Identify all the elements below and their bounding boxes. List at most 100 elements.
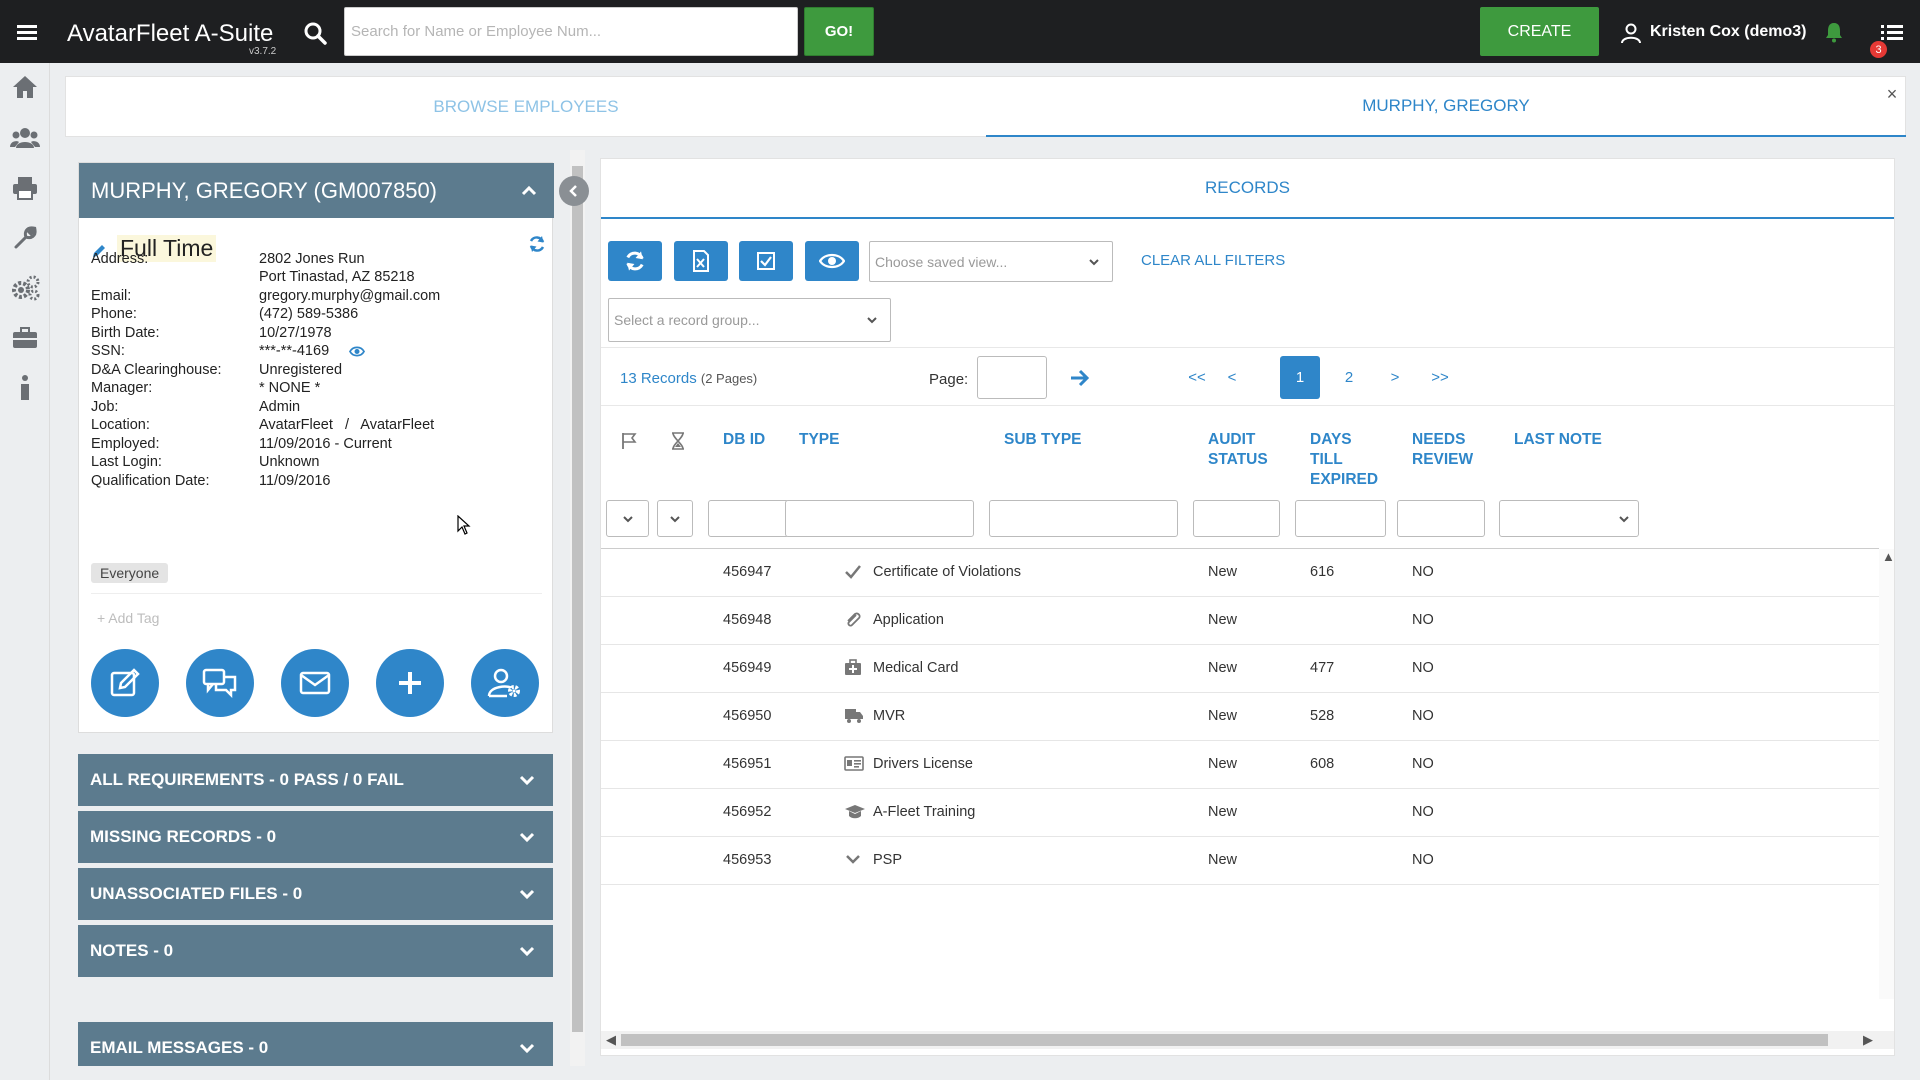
table-row[interactable]: 456947 Certificate of Violations New 616… — [601, 549, 1879, 597]
employee-search-input[interactable] — [344, 7, 798, 56]
chevron-up-icon[interactable] — [520, 182, 538, 200]
cell-type[interactable]: Application — [873, 612, 944, 628]
cell-type[interactable]: A-Fleet Training — [873, 804, 975, 820]
eye-icon[interactable] — [349, 345, 365, 358]
page-number-input[interactable] — [977, 356, 1047, 399]
clear-all-filters-link[interactable]: CLEAR ALL FILTERS — [1141, 252, 1285, 269]
app-title: AvatarFleet A-Suite — [67, 20, 274, 47]
briefcase-icon[interactable] — [10, 323, 40, 353]
close-icon[interactable]: × — [1882, 84, 1902, 104]
cell-type[interactable]: Medical Card — [873, 660, 958, 676]
tag-everyone[interactable]: Everyone — [91, 563, 169, 583]
audit-status-filter-input[interactable] — [1193, 500, 1280, 537]
cell-type[interactable]: Drivers License — [873, 756, 973, 772]
column-header-db-id[interactable]: DB ID — [723, 430, 765, 450]
table-row[interactable]: 456953 PSP New NO — [601, 837, 1879, 885]
expiry-filter-select[interactable] — [657, 500, 693, 537]
last-note-filter-select[interactable] — [1499, 500, 1639, 537]
users-icon[interactable] — [10, 123, 40, 153]
accordion-unassociated-files[interactable]: UNASSOCIATED FILES - 0 — [78, 868, 553, 920]
scroll-up-arrow[interactable]: ▲ — [1882, 549, 1895, 564]
search-icon[interactable] — [302, 20, 328, 46]
tab-browse-employees[interactable]: BROWSE EMPLOYEES — [66, 77, 986, 137]
column-header-last-note[interactable]: LAST NOTE — [1514, 430, 1602, 450]
refresh-icon[interactable] — [527, 234, 547, 254]
info-label: Job: — [91, 399, 119, 415]
type-filter-input[interactable] — [785, 500, 974, 537]
chat-button[interactable] — [186, 649, 254, 717]
view-button[interactable] — [805, 241, 859, 281]
scrollbar-thumb[interactable] — [572, 166, 583, 1032]
db-id-filter-input[interactable] — [708, 500, 789, 537]
column-header-days-till-expired[interactable]: DAYS TILL EXPIRED — [1310, 430, 1378, 490]
user-settings-button[interactable] — [471, 649, 539, 717]
edit-employee-button[interactable] — [91, 649, 159, 717]
bell-icon[interactable] — [1824, 21, 1844, 43]
scroll-right-arrow[interactable]: ▶ — [1863, 1032, 1873, 1048]
cell-type[interactable]: PSP — [873, 852, 902, 868]
flag-filter-select[interactable] — [606, 500, 649, 537]
pagination-page-2[interactable]: 2 — [1334, 356, 1364, 399]
cell-audit-status: New — [1208, 660, 1238, 676]
create-button[interactable]: CREATE — [1480, 7, 1599, 56]
pagination-first[interactable]: << — [1181, 356, 1213, 399]
hourglass-icon[interactable] — [671, 432, 687, 450]
print-icon[interactable] — [10, 173, 40, 203]
flag-icon[interactable] — [621, 432, 637, 450]
sub-type-filter-input[interactable] — [989, 500, 1178, 537]
pagination-next[interactable]: > — [1382, 356, 1408, 399]
column-header-audit-status[interactable]: AUDIT STATUS — [1208, 430, 1268, 470]
table-row[interactable]: 456949 Medical Card New 477 NO — [601, 645, 1879, 693]
left-panel-scrollbar[interactable] — [570, 150, 585, 1066]
cell-type[interactable]: Certificate of Violations — [873, 564, 1021, 580]
column-header-sub-type[interactable]: SUB TYPE — [1004, 430, 1082, 450]
user-name[interactable]: Kristen Cox (demo3) — [1650, 23, 1806, 41]
task-list-icon[interactable] — [1880, 22, 1904, 44]
arrow-right-icon[interactable] — [1069, 369, 1091, 387]
add-tag-input[interactable]: + Add Tag — [97, 610, 159, 626]
accordion-email-messages[interactable]: EMAIL MESSAGES - 0 — [78, 1022, 553, 1066]
info-value: Admin — [259, 399, 301, 415]
table-row[interactable]: 456951 Drivers License New 608 NO — [601, 741, 1879, 789]
gears-icon[interactable] — [10, 273, 40, 303]
pagination-page-1[interactable]: 1 — [1280, 356, 1320, 399]
home-icon[interactable] — [10, 72, 40, 102]
go-button[interactable]: GO! — [804, 7, 874, 56]
user-icon[interactable] — [1620, 22, 1642, 44]
select-all-button[interactable] — [739, 241, 793, 281]
scrollbar-thumb[interactable] — [621, 1034, 1828, 1046]
header-line: AUDIT — [1208, 431, 1256, 448]
info-icon[interactable] — [10, 373, 40, 403]
days-till-expired-filter-input[interactable] — [1295, 500, 1386, 537]
table-row[interactable]: 456950 MVR New 528 NO — [601, 693, 1879, 741]
column-header-needs-review[interactable]: NEEDS REVIEW — [1412, 430, 1473, 470]
record-group-select[interactable]: Select a record group... — [608, 298, 891, 342]
tab-employee[interactable]: MURPHY, GREGORY — [986, 77, 1906, 137]
accordion-missing-records[interactable]: MISSING RECORDS - 0 — [78, 811, 553, 863]
pagination-last[interactable]: >> — [1424, 356, 1456, 399]
info-value: (472) 589-5386 — [259, 306, 359, 322]
employee-card: MURPHY, GREGORY (GM007850) Full Time Add… — [78, 162, 554, 733]
table-vertical-scrollbar[interactable]: ▲ — [1879, 549, 1895, 999]
hamburger-menu-icon[interactable] — [13, 18, 41, 46]
scroll-left-arrow[interactable]: ◀ — [606, 1032, 616, 1048]
accordion-notes[interactable]: NOTES - 0 — [78, 925, 553, 977]
tab-records[interactable]: RECORDS — [601, 159, 1894, 219]
email-button[interactable] — [281, 649, 349, 717]
accordion-all-requirements[interactable]: ALL REQUIREMENTS - 0 PASS / 0 FAIL — [78, 754, 553, 806]
needs-review-filter-input[interactable] — [1397, 500, 1485, 537]
export-excel-button[interactable] — [674, 241, 728, 281]
saved-view-select[interactable]: Choose saved view... — [869, 241, 1113, 282]
add-button[interactable] — [376, 649, 444, 717]
table-row[interactable]: 456952 A-Fleet Training New NO — [601, 789, 1879, 837]
refresh-button[interactable] — [608, 241, 662, 281]
table-row[interactable]: 456948 Application New NO — [601, 597, 1879, 645]
wrench-icon[interactable] — [10, 223, 40, 253]
collapse-panel-icon[interactable] — [559, 176, 589, 206]
table-horizontal-scrollbar[interactable]: ◀ ▶ — [601, 1031, 1894, 1049]
column-header-type[interactable]: TYPE — [799, 430, 839, 450]
employee-header[interactable]: MURPHY, GREGORY (GM007850) — [79, 163, 554, 218]
pagination-prev[interactable]: < — [1219, 356, 1245, 399]
header-line: REVIEW — [1412, 451, 1474, 468]
cell-type[interactable]: MVR — [873, 708, 905, 724]
